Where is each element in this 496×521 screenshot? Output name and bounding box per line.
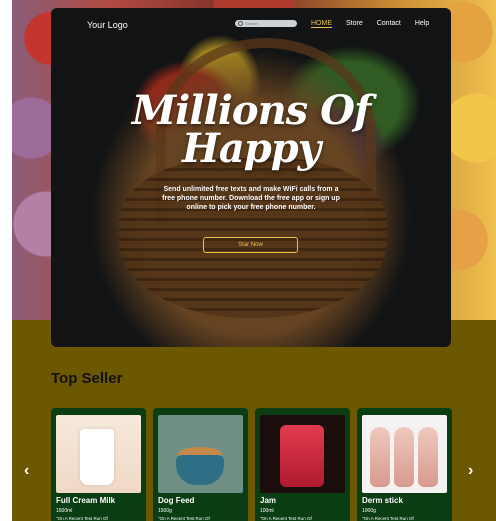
start-now-button[interactable]: Star Now bbox=[203, 237, 298, 253]
search-input[interactable] bbox=[243, 20, 289, 27]
product-name: Full Cream Milk bbox=[56, 496, 116, 505]
next-arrow-icon[interactable]: › bbox=[468, 462, 473, 480]
search-bar[interactable] bbox=[235, 20, 297, 27]
drumstick-shape bbox=[418, 427, 438, 487]
hero-description: Send unlimited free texts and make WiFi … bbox=[162, 186, 340, 211]
product-card[interactable]: Jam 100ml "On A Recent Test Run Of bbox=[255, 408, 350, 521]
section-title: Top Seller bbox=[51, 370, 123, 387]
logo[interactable]: Your Logo bbox=[87, 20, 128, 30]
hero-title-line2: Happy bbox=[182, 125, 321, 172]
dog-feed-bowl-image bbox=[158, 415, 243, 493]
product-name: Jam bbox=[260, 496, 277, 505]
hero-title: Millions Of Happy bbox=[51, 91, 451, 172]
dog-bowl-shape bbox=[176, 455, 224, 485]
nav-links: HOME Store Contact Help bbox=[311, 20, 429, 28]
navbar: Your Logo HOME Store Contact Help bbox=[51, 8, 451, 42]
product-description: "On A Recent Test Run Of bbox=[362, 516, 414, 521]
nav-link-home[interactable]: HOME bbox=[311, 20, 332, 28]
product-size: 100ml bbox=[260, 508, 274, 514]
drumstick-shape bbox=[394, 427, 414, 487]
nav-link-help[interactable]: Help bbox=[415, 20, 429, 28]
product-description: "On A Recent Test Run Of bbox=[56, 516, 108, 521]
jam-jar-shape bbox=[280, 425, 324, 487]
product-description: "On A Recent Test Run Of bbox=[260, 516, 312, 521]
hero-banner: Your Logo HOME Store Contact Help Millio… bbox=[51, 8, 451, 347]
product-name: Derm stick bbox=[362, 496, 403, 505]
milk-glass-shape bbox=[80, 429, 114, 485]
drumstick-shape bbox=[370, 427, 390, 487]
product-size: 1000g bbox=[362, 508, 376, 514]
product-card[interactable]: Full Cream Milk 1500ml "On A Recent Test… bbox=[51, 408, 146, 521]
page: Your Logo HOME Store Contact Help Millio… bbox=[12, 0, 496, 521]
nav-link-store[interactable]: Store bbox=[346, 20, 363, 28]
milk-splash-image bbox=[56, 415, 141, 493]
product-size: 1500ml bbox=[56, 508, 73, 514]
product-name: Dog Feed bbox=[158, 496, 195, 505]
product-card[interactable]: Derm stick 1000g "On A Recent Test Run O… bbox=[357, 408, 452, 521]
product-description: "On A Recent Test Run Of bbox=[158, 516, 210, 521]
prev-arrow-icon[interactable]: ‹ bbox=[24, 462, 29, 480]
nav-link-contact[interactable]: Contact bbox=[377, 20, 401, 28]
product-size: 1500g bbox=[158, 508, 172, 514]
product-card[interactable]: Dog Feed 1500g "On A Recent Test Run Of bbox=[153, 408, 248, 521]
chicken-drumstick-image bbox=[362, 415, 447, 493]
jam-jar-image bbox=[260, 415, 345, 493]
